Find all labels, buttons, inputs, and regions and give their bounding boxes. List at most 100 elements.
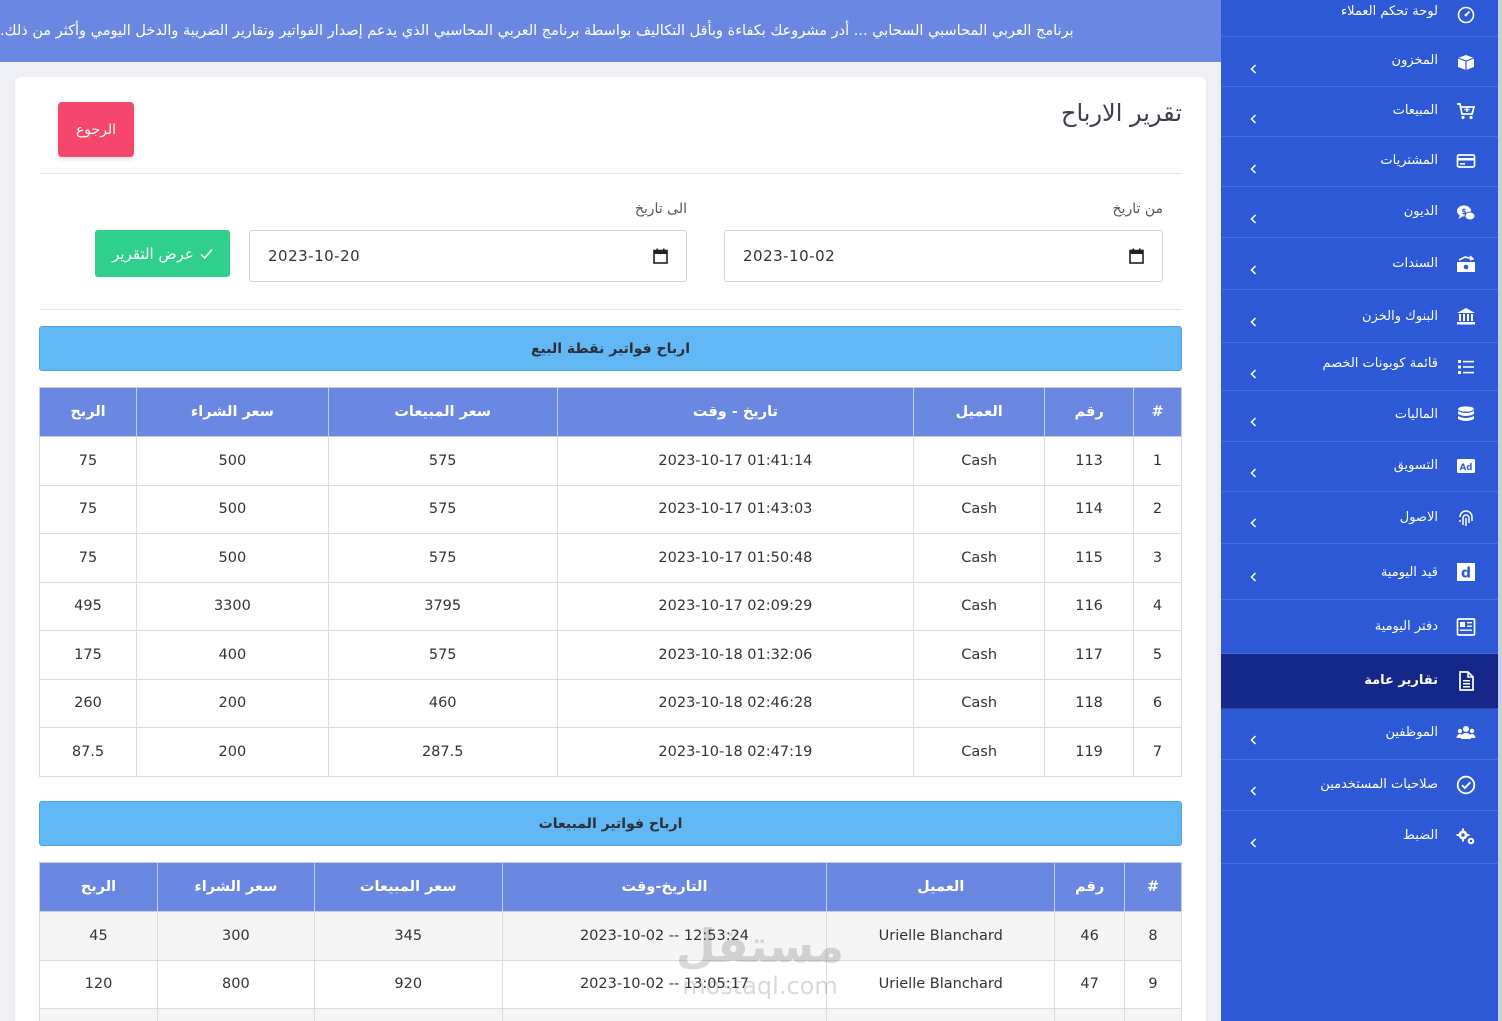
- purchase-price: 200: [135, 727, 329, 777]
- header-divider: [39, 173, 1182, 174]
- column-header[interactable]: سعر الشراء: [135, 387, 329, 437]
- customer-name: Cash: [913, 630, 1046, 680]
- sales-price: 575: [327, 484, 558, 534]
- column-header[interactable]: تاريخ - وقت: [556, 387, 915, 437]
- sidebar-item-general-reports[interactable]: تقارير عامة: [1221, 654, 1498, 709]
- sidebar-item-purchases[interactable]: المشتريات: [1221, 137, 1498, 187]
- date-time: 2023-10-02 -- 13:05:17: [501, 959, 828, 1009]
- from-date-label: من تاريخ: [1112, 201, 1163, 217]
- sidebar-item-inventory[interactable]: المخزون: [1221, 37, 1498, 87]
- date-time: 2023-10-18 02:47:19: [556, 727, 915, 777]
- calendar-icon[interactable]: [653, 248, 668, 264]
- sidebar-item-label: المبيعات: [1392, 103, 1438, 118]
- row-index: 9: [1124, 959, 1182, 1009]
- sales-price: 575: [327, 436, 558, 486]
- sidebar-item-label: دفتر اليومية: [1374, 619, 1438, 634]
- sidebar-item-employees[interactable]: الموظفين: [1221, 709, 1498, 760]
- cart-plus-icon: [1456, 101, 1476, 121]
- profit: 175: [39, 630, 137, 680]
- row-index: 5: [1133, 630, 1182, 680]
- column-header[interactable]: التاريخ-وقت: [501, 862, 828, 912]
- calendar-icon[interactable]: [1129, 248, 1144, 264]
- to-date-label: الى تاريخ: [634, 201, 687, 217]
- chevron-left-icon: [1250, 735, 1257, 745]
- to-date-input[interactable]: 2023-10-20: [249, 230, 687, 282]
- column-header[interactable]: رقم: [1044, 387, 1135, 437]
- from-date-value: 2023-10-02: [743, 247, 836, 265]
- invoice-number: 114: [1044, 484, 1135, 534]
- invoice-number: 115: [1044, 533, 1135, 583]
- sidebar-item-debts[interactable]: $ الديون: [1221, 187, 1498, 238]
- from-date-input[interactable]: 2023-10-02: [724, 230, 1163, 282]
- file-report-icon: [1456, 671, 1476, 691]
- sidebar-item-customer-dashboard[interactable]: لوحة تحكم العملاء: [1221, 0, 1498, 37]
- column-header[interactable]: سعر الشراء: [156, 862, 315, 912]
- back-button[interactable]: الرجوع: [58, 102, 134, 157]
- table-row: 9 47 Urielle Blanchard 2023-10-02 -- 13:…: [39, 959, 1182, 1009]
- purchase-price: 400: [135, 630, 329, 680]
- column-header[interactable]: #: [1133, 387, 1182, 437]
- sidebar-item-vouchers[interactable]: السندات: [1221, 238, 1498, 290]
- customer-name: Cash: [913, 727, 1046, 777]
- chevron-left-icon: [1250, 468, 1257, 478]
- column-header[interactable]: #: [1124, 862, 1182, 912]
- boxes-icon: [1456, 52, 1476, 72]
- sidebar-item-sales[interactable]: المبيعات: [1221, 87, 1498, 137]
- chevron-left-icon: [1250, 114, 1257, 124]
- sidebar-scrollbar[interactable]: [1498, 0, 1502, 1021]
- invoice-number: 113: [1044, 436, 1135, 486]
- show-report-label: عرض التقرير: [112, 244, 194, 263]
- sidebar-item-settings[interactable]: الضبط: [1221, 811, 1498, 864]
- sidebar-item-banks[interactable]: البنوك والخزن: [1221, 290, 1498, 343]
- show-report-button[interactable]: عرض التقرير: [95, 230, 230, 277]
- list-icon: [1456, 357, 1476, 377]
- sidebar-item-discount-coupons[interactable]: قائمة كوبونات الخصم: [1221, 343, 1498, 391]
- sidebar-item-journal-entry[interactable]: d قيد اليومية: [1221, 544, 1498, 600]
- column-header[interactable]: الربح: [39, 862, 158, 912]
- sidebar-item-marketing[interactable]: Ad التسويق: [1221, 442, 1498, 492]
- sidebar-item-journal-book[interactable]: دفتر اليومية: [1221, 600, 1498, 654]
- chevron-left-icon: [1250, 786, 1257, 796]
- coins-icon: [1456, 405, 1476, 425]
- fingerprint-icon: [1456, 508, 1476, 528]
- sidebar-item-assets[interactable]: الاصول: [1221, 492, 1498, 544]
- svg-text:d: d: [1461, 566, 1471, 582]
- sidebar-item-label: المخزون: [1391, 53, 1438, 68]
- sidebar-item-label: تقارير عامة: [1364, 673, 1438, 688]
- sales-price: 345: [313, 911, 503, 961]
- to-date-value: 2023-10-20: [268, 247, 361, 265]
- table-row: 6 118 Cash 2023-10-18 02:46:28 460 200 2…: [39, 678, 1182, 728]
- table-row: 5 117 Cash 2023-10-18 01:32:06 575 400 1…: [39, 630, 1182, 680]
- table-header-row: # رقم العميل تاريخ - وقت سعر المبيعات سع…: [39, 387, 1182, 437]
- sidebar-item-label: لوحة تحكم العملاء: [1340, 4, 1438, 19]
- chevron-left-icon: [1250, 164, 1257, 174]
- sidebar-item-user-permissions[interactable]: صلاحيات المستخدمين: [1221, 760, 1498, 811]
- table-row: 8 46 Urielle Blanchard 2023-10-02 -- 12:…: [39, 911, 1182, 961]
- sidebar: لوحة تحكم العملاء المخزون المبيعات المشت…: [1221, 0, 1502, 1021]
- sales-price: 575: [327, 533, 558, 583]
- sidebar-item-finances[interactable]: الماليات: [1221, 391, 1498, 442]
- bank-icon: [1456, 306, 1476, 326]
- column-header[interactable]: سعر المبيعات: [313, 862, 503, 912]
- date-time: 2023-10-17 01:43:03: [556, 484, 915, 534]
- customer-name: Cash: [913, 436, 1046, 486]
- sidebar-item-label: التسويق: [1393, 458, 1438, 473]
- column-header[interactable]: العميل: [913, 387, 1046, 437]
- table-header-row: # رقم العميل التاريخ-وقت سعر المبيعات سع…: [39, 862, 1182, 912]
- table-row: 4 116 Cash 2023-10-17 02:09:29 3795 3300…: [39, 581, 1182, 631]
- profit: 75: [39, 533, 137, 583]
- column-header[interactable]: الربح: [39, 387, 137, 437]
- sales-price: 287.5: [327, 727, 558, 777]
- column-header[interactable]: سعر المبيعات: [327, 387, 558, 437]
- money-bills-icon: [1456, 254, 1476, 274]
- chevron-left-icon: [1250, 369, 1257, 379]
- date-time: 2023-10-17 01:41:14: [556, 436, 915, 486]
- column-header[interactable]: العميل: [826, 862, 1056, 912]
- svg-text:$: $: [1461, 207, 1466, 216]
- invoice-number: 118: [1044, 678, 1135, 728]
- customer-name: Cash: [913, 678, 1046, 728]
- sidebar-item-label: قائمة كوبونات الخصم: [1322, 356, 1439, 371]
- banner-text: برنامج العربي المحاسبي السحابي ... أدر م…: [0, 23, 1074, 39]
- column-header[interactable]: رقم: [1054, 862, 1126, 912]
- sidebar-item-label: الضبط: [1402, 828, 1438, 843]
